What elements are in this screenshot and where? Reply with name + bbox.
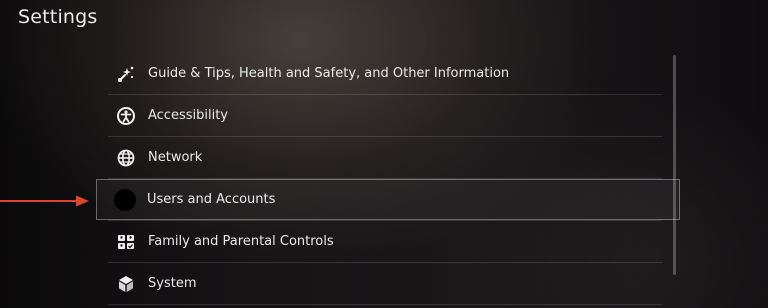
accessibility-icon bbox=[116, 106, 136, 126]
menu-item-label: Family and Parental Controls bbox=[148, 234, 334, 249]
user-avatar bbox=[114, 188, 136, 211]
guide-icon bbox=[116, 64, 136, 84]
menu-item-label: Users and Accounts bbox=[147, 192, 276, 207]
menu-item-system[interactable]: System bbox=[108, 263, 662, 305]
menu-item-network[interactable]: Network bbox=[108, 137, 662, 179]
family-icon bbox=[116, 232, 136, 252]
cube-icon bbox=[116, 274, 136, 294]
menu-item-family-parental[interactable]: Family and Parental Controls bbox=[108, 221, 662, 263]
globe-icon bbox=[116, 148, 136, 168]
menu-item-accessibility[interactable]: Accessibility bbox=[108, 95, 662, 137]
scrollbar[interactable] bbox=[673, 55, 676, 275]
menu-item-users-accounts[interactable]: Users and Accounts bbox=[96, 179, 680, 221]
menu-item-guide-tips[interactable]: Guide & Tips, Health and Safety, and Oth… bbox=[108, 53, 662, 95]
menu-item-label: Network bbox=[148, 150, 203, 165]
menu-item-label: Accessibility bbox=[148, 108, 228, 123]
menu-item-label: System bbox=[148, 276, 197, 291]
menu-item-label: Guide & Tips, Health and Safety, and Oth… bbox=[148, 66, 510, 81]
page-title: Settings bbox=[18, 6, 98, 28]
settings-menu: Guide & Tips, Health and Safety, and Oth… bbox=[96, 53, 680, 305]
arrow-right-icon bbox=[0, 195, 89, 207]
